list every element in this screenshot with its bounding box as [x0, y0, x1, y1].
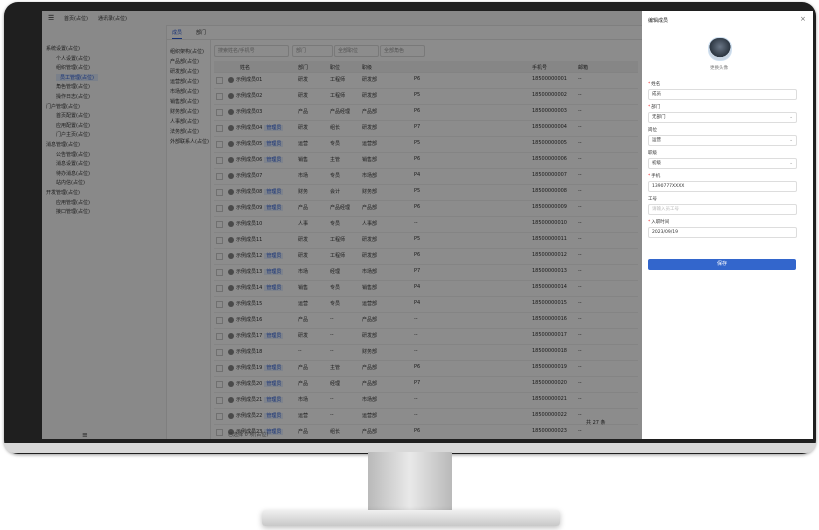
drawer-title: 编辑成员 [648, 18, 669, 24]
required-marker: * [648, 82, 651, 87]
field-value: 无部门 [652, 115, 666, 120]
field-value: 初级 [652, 161, 661, 166]
chevron-down-icon: ⌄ [789, 161, 793, 166]
text-field[interactable]: 请输入员工号 [648, 204, 797, 215]
text-field[interactable]: 成员 [648, 89, 797, 100]
monitor-bezel: ☰ 首页(占位) 通讯录(占位) 系统设置(占位) 个人设置(占位) 组织管理(占位… [4, 2, 816, 454]
close-icon[interactable]: × [800, 15, 806, 23]
text-field[interactable]: 1390777XXXX [648, 181, 797, 192]
select-field[interactable]: 初级 ⌄ [648, 158, 797, 169]
save-button[interactable]: 保存 [648, 259, 796, 270]
select-field[interactable]: 运营 ⌄ [648, 135, 797, 146]
monitor-stand-neck [368, 452, 452, 514]
field-label: 工号 [648, 196, 657, 202]
field-label-text: 手机 [651, 174, 661, 179]
field-label-text: 工号 [648, 197, 657, 202]
required-marker: * [648, 220, 651, 225]
field-label: *部门 [648, 104, 660, 110]
field-label: 岗位 [648, 127, 657, 133]
app-window: ☰ 首页(占位) 通讯录(占位) 系统设置(占位) 个人设置(占位) 组织管理(占位… [42, 11, 642, 439]
field-label: *手机 [648, 173, 660, 179]
modal-overlay[interactable] [42, 11, 642, 439]
monitor-stand-base [262, 510, 560, 526]
required-marker: * [648, 105, 651, 110]
field-label: *入职时间 [648, 219, 669, 225]
chevron-down-icon: ⌄ [789, 115, 793, 120]
field-label-text: 入职时间 [651, 220, 670, 225]
required-marker: * [648, 174, 651, 179]
avatar-caption[interactable]: 更换头像 [642, 65, 796, 71]
edit-member-drawer: 编辑成员 × 更换头像 保存 *姓名 成员 *部门 无部门 ⌄ 岗位 运营 ⌄ 职级 初级 ⌄ *手机… [642, 11, 813, 439]
field-value: 2023/09/19 [652, 230, 678, 235]
chevron-down-icon: ⌄ [789, 138, 793, 143]
field-value: 成员 [652, 92, 661, 97]
field-value: 1390777XXXX [652, 184, 685, 189]
field-value: 请输入员工号 [652, 207, 679, 212]
field-label-text: 岗位 [648, 128, 657, 133]
field-label-text: 部门 [651, 105, 661, 110]
text-field[interactable]: 2023/09/19 [648, 227, 797, 238]
avatar[interactable] [708, 37, 732, 61]
field-label-text: 职级 [648, 151, 657, 156]
field-label-text: 姓名 [651, 82, 661, 87]
select-field[interactable]: 无部门 ⌄ [648, 112, 797, 123]
field-label: *姓名 [648, 81, 660, 87]
field-value: 运营 [652, 138, 661, 143]
field-label: 职级 [648, 150, 657, 156]
screen: ☰ 首页(占位) 通讯录(占位) 系统设置(占位) 个人设置(占位) 组织管理(占位… [42, 11, 813, 439]
